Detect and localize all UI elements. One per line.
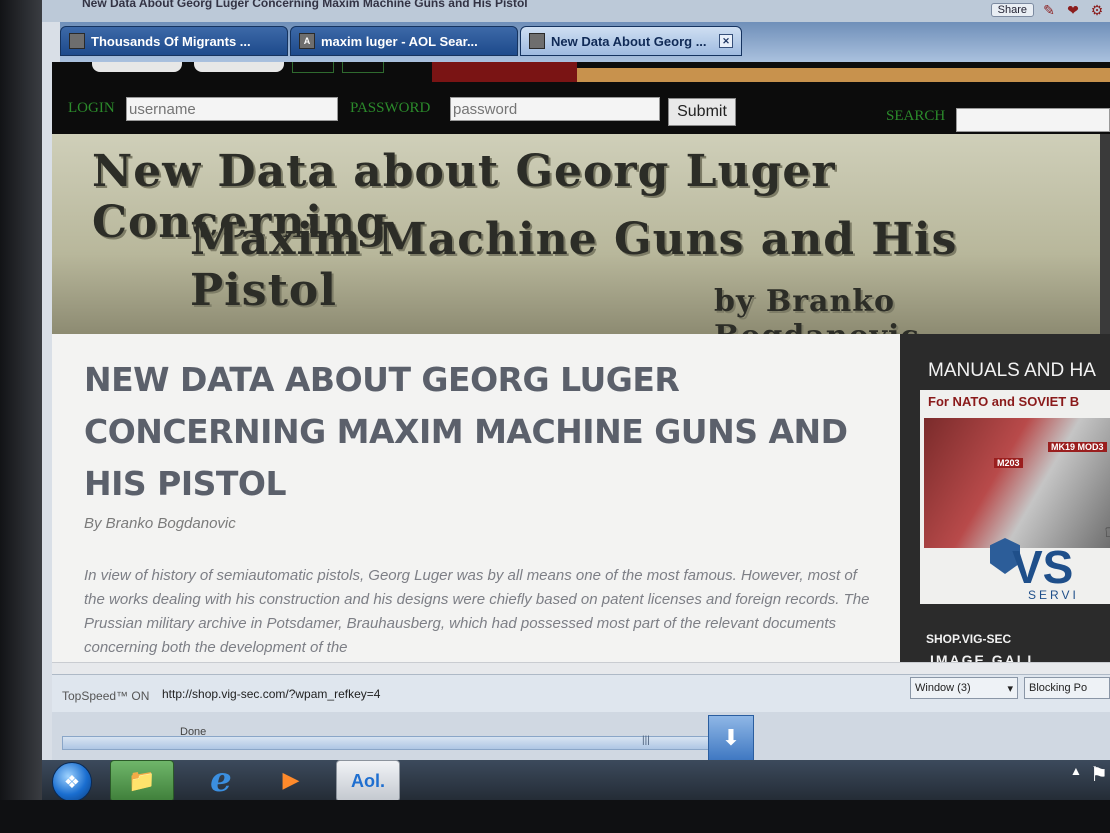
tray-expand-icon[interactable]: ▲	[1070, 764, 1082, 778]
window-button[interactable]: Window (3) ▾	[910, 677, 1018, 699]
search-input[interactable]	[956, 108, 1110, 132]
action-center-icon[interactable]: ⚑	[1090, 762, 1108, 787]
tab-label: Thousands Of Migrants ...	[91, 33, 251, 49]
blocker-label: Blocking Po	[1029, 682, 1088, 694]
title-bar: New Data About Georg Luger Concerning Ma…	[42, 0, 1110, 22]
media-player-button[interactable]: ▶	[260, 760, 322, 800]
status-bar: TopSpeed™ ON http://shop.vig-sec.com/?wp…	[52, 674, 1110, 713]
sidebar-ad[interactable]: MANUALS AND HA For NATO and SOVIET B M20…	[900, 334, 1110, 668]
ad-banner[interactable]: For NATO and SOVIET B M203 MK19 MOD3 VS …	[920, 390, 1110, 604]
internet-explorer-button[interactable]: e	[190, 760, 252, 800]
article-banner: New Data about Georg Luger Concerning Ma…	[52, 134, 1110, 354]
password-label: PASSWORD	[350, 100, 431, 116]
page-icon	[69, 33, 85, 49]
article-content: NEW DATA ABOUT GEORG LUGER CONCERNING MA…	[52, 334, 900, 664]
nav-decor	[92, 62, 182, 72]
username-input[interactable]	[126, 97, 338, 121]
banner-edge	[1100, 134, 1110, 334]
nav-decor	[292, 62, 334, 73]
ad-subtitle: For NATO and SOVIET B	[928, 394, 1080, 409]
password-input[interactable]	[450, 97, 660, 121]
article-headline-line2: CONCERNING MAXIM MACHINE GUNS AND	[84, 412, 848, 451]
article-body: In view of history of semiautomatic pist…	[84, 567, 870, 656]
window-scrollbar[interactable]	[62, 736, 714, 750]
monitor-bezel	[0, 0, 42, 833]
page-icon	[529, 33, 545, 49]
start-button[interactable]: ❖	[52, 762, 92, 802]
topspeed-indicator: TopSpeed™ ON	[62, 689, 150, 703]
toolbar-icons: Share ✎ ❤ ⚙	[990, 0, 1106, 20]
header-decor-tan	[577, 68, 1110, 82]
hand-cursor-icon: ☞	[1104, 520, 1110, 544]
article-headline-line1: NEW DATA ABOUT GEORG LUGER	[84, 360, 680, 399]
nav-decor	[194, 62, 284, 72]
header-decor-red	[432, 62, 577, 82]
window-title: New Data About Georg Luger Concerning Ma…	[82, 0, 528, 10]
submit-button[interactable]: Submit	[668, 98, 736, 126]
tab-label: maxim luger - AOL Sear...	[321, 33, 478, 49]
ad-logo-sub: SERVI	[1028, 588, 1079, 602]
monitor-bezel-bottom	[0, 800, 1110, 833]
file-explorer-button[interactable]: 📁	[110, 760, 174, 802]
heart-icon[interactable]: ❤	[1064, 2, 1082, 18]
tab-migrants[interactable]: Thousands Of Migrants ...	[60, 26, 288, 56]
search-label: SEARCH	[886, 108, 946, 124]
popup-blocker-button[interactable]: Blocking Po	[1024, 677, 1110, 699]
login-label: LOGIN	[68, 100, 115, 116]
close-icon[interactable]: ✕	[719, 34, 733, 48]
horizontal-scrollbar[interactable]	[52, 662, 1110, 674]
browser-window: New Data About Georg Luger Concerning Ma…	[42, 0, 1110, 761]
manual-caption: M203	[994, 458, 1023, 468]
chevron-down-icon: ▾	[1007, 682, 1013, 695]
aol-taskbar-button[interactable]: Aol.	[336, 760, 400, 802]
ad-logo: VS	[1012, 541, 1074, 593]
nav-decor	[342, 62, 384, 73]
ad-shop-link[interactable]: SHOP.VIG-SEC	[926, 632, 1011, 646]
ad-title: MANUALS AND HA	[928, 360, 1096, 381]
tools-icon[interactable]: ⚙	[1088, 2, 1106, 18]
scroll-grip-icon: |||	[642, 735, 650, 746]
site-header: LOGIN PASSWORD Submit SEARCH	[52, 62, 1110, 134]
share-button[interactable]: Share	[990, 3, 1034, 17]
tab-luger-article[interactable]: New Data About Georg ... ✕	[520, 26, 742, 56]
status-url: http://shop.vig-sec.com/?wpam_refkey=4	[162, 687, 381, 701]
page-viewport: LOGIN PASSWORD Submit SEARCH New Data ab…	[52, 62, 1110, 674]
tab-label: New Data About Georg ...	[551, 33, 707, 49]
manual-caption: MK19 MOD3	[1048, 442, 1107, 452]
tab-aol-search[interactable]: A maxim luger - AOL Sear...	[290, 26, 518, 56]
window-button-label: Window (3)	[915, 682, 971, 694]
article-byline: By Branko Bogdanovic	[84, 515, 236, 532]
taskbar: ❖ 📁 e ▶ Aol. ▲ ⚑	[42, 760, 1110, 802]
scroll-down-button[interactable]: ⬇	[708, 715, 754, 761]
aol-icon: A	[299, 33, 315, 49]
tab-bar: Thousands Of Migrants ... A maxim luger …	[60, 22, 1110, 62]
manuals-image: M203 MK19 MOD3	[924, 418, 1110, 548]
notes-icon[interactable]: ✎	[1040, 2, 1058, 18]
article-headline-line3: HIS PISTOL	[84, 464, 286, 503]
